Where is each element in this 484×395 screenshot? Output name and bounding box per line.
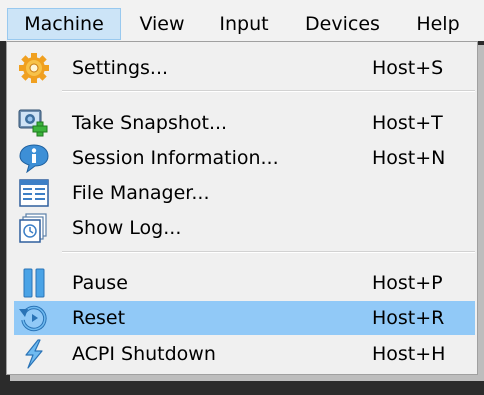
menu-item-label: Show Log...	[72, 217, 182, 239]
menu-item-acpi-shutdown[interactable]: ACPI Shutdown Host+H	[14, 337, 475, 371]
dropdown-shadow-bottom	[10, 375, 484, 381]
menu-item-take-snapshot[interactable]: Take Snapshot... Host+T	[14, 106, 475, 140]
menu-item-label: Settings...	[72, 57, 169, 79]
pause-icon	[23, 268, 45, 298]
menu-help[interactable]: Help	[408, 8, 468, 40]
menu-item-shortcut: Host+T	[372, 112, 443, 134]
menu-item-shortcut: Host+R	[372, 307, 445, 329]
menu-item-label: File Manager...	[72, 182, 210, 204]
gear-icon	[19, 53, 49, 83]
snapshot-icon	[18, 109, 48, 137]
menu-separator	[62, 251, 475, 253]
menu-machine[interactable]: Machine	[7, 8, 121, 40]
menu-item-label: Session Information...	[72, 147, 279, 169]
menu-item-label: Take Snapshot...	[72, 112, 228, 134]
menu-item-label: Reset	[72, 307, 126, 329]
menu-item-shortcut: Host+P	[372, 272, 443, 294]
menu-separator	[62, 90, 475, 92]
log-icon	[19, 213, 47, 243]
menu-item-shortcut: Host+S	[372, 57, 444, 79]
reset-icon	[19, 305, 47, 332]
menu-item-reset[interactable]: Reset Host+R	[14, 301, 475, 335]
menu-item-shortcut: Host+N	[372, 147, 446, 169]
menu-input[interactable]: Input	[210, 8, 278, 40]
menu-item-label: ACPI Shutdown	[72, 343, 216, 365]
machine-dropdown-menu: Settings... Host+S Take Snapshot... Host…	[6, 41, 478, 375]
menu-item-pause[interactable]: Pause Host+P	[14, 266, 475, 300]
menu-item-shortcut: Host+H	[372, 343, 446, 365]
menu-item-session-information[interactable]: Session Information... Host+N	[14, 141, 475, 175]
menu-devices[interactable]: Devices	[295, 8, 390, 40]
file-manager-icon	[19, 179, 49, 207]
menu-view[interactable]: View	[131, 8, 193, 40]
menu-item-file-manager[interactable]: File Manager...	[14, 176, 475, 210]
menu-item-settings[interactable]: Settings... Host+S	[14, 51, 475, 85]
dropdown-shadow	[478, 45, 484, 381]
menu-item-label: Pause	[72, 272, 128, 294]
acpi-shutdown-icon	[25, 339, 43, 369]
menu-bar: Machine View Input Devices Help	[0, 0, 484, 41]
info-icon	[19, 144, 49, 173]
menu-item-show-log[interactable]: Show Log...	[14, 211, 475, 245]
